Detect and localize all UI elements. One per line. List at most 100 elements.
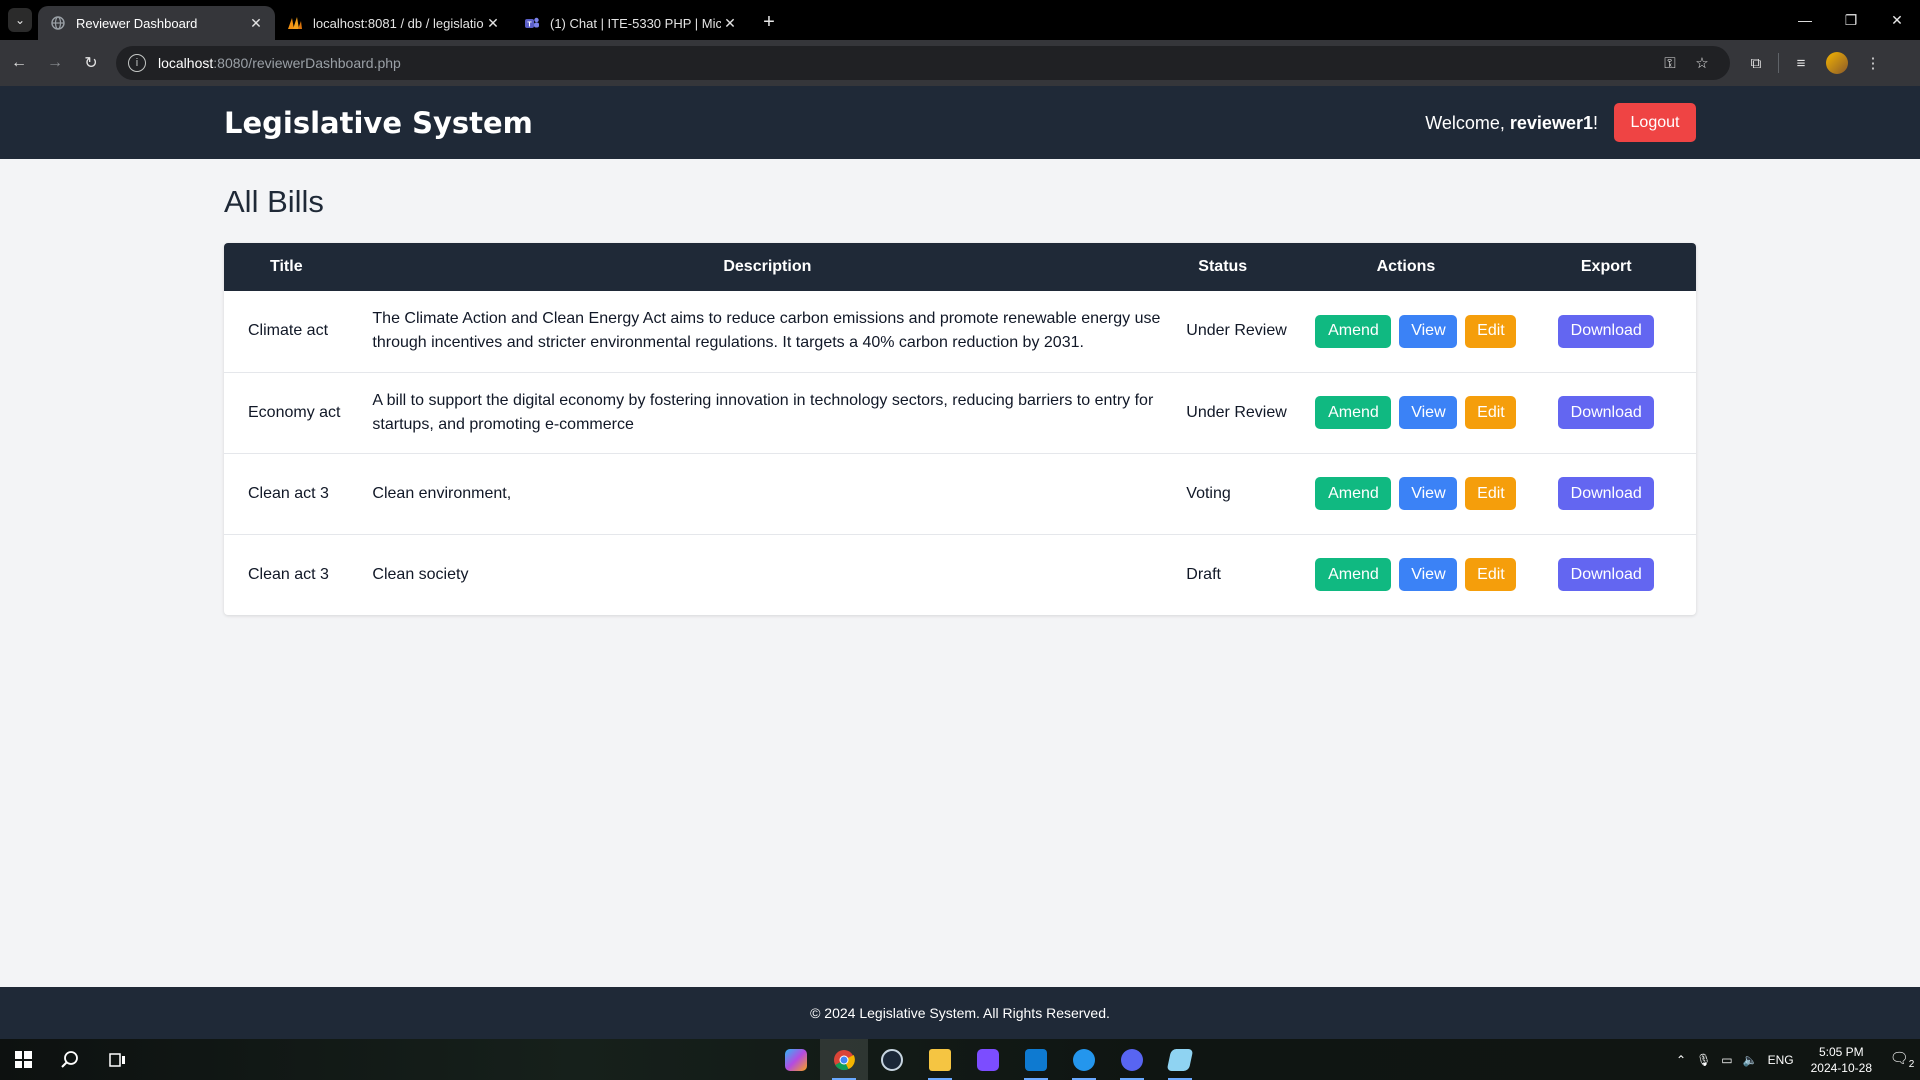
tab-title: (1) Chat | ITE-5330 PHP | Micros bbox=[550, 15, 721, 31]
actions-cell: Amend View Edit bbox=[1295, 372, 1517, 453]
download-button[interactable]: Download bbox=[1558, 314, 1655, 348]
close-tab-icon[interactable]: ✕ bbox=[721, 15, 739, 32]
edit-button[interactable]: Edit bbox=[1465, 558, 1517, 592]
search-icon[interactable] bbox=[46, 1039, 94, 1080]
site-info-icon[interactable]: i bbox=[128, 54, 146, 72]
edit-button[interactable]: Edit bbox=[1465, 396, 1517, 429]
tab-title: Reviewer Dashboard bbox=[76, 15, 198, 31]
forward-arrow-icon[interactable]: → bbox=[38, 46, 72, 80]
bill-description: A bill to support the digital economy by… bbox=[372, 391, 1154, 433]
bill-title: Clean act 3 bbox=[248, 484, 329, 502]
bill-description: Clean environment, bbox=[372, 484, 512, 502]
notepad-icon[interactable] bbox=[1156, 1039, 1204, 1080]
bill-description: The Climate Action and Clean Energy Act … bbox=[372, 310, 1161, 352]
table-header-row: Title Description Status Actions Export bbox=[224, 243, 1696, 291]
logout-button[interactable]: Logout bbox=[1614, 103, 1696, 142]
bookmark-star-icon[interactable]: ☆ bbox=[1686, 54, 1718, 72]
bill-title: Clean act 3 bbox=[248, 565, 329, 583]
reload-icon[interactable]: ↻ bbox=[74, 46, 108, 80]
view-button[interactable]: View bbox=[1399, 314, 1458, 348]
download-button[interactable]: Download bbox=[1558, 477, 1655, 510]
bill-status: Draft bbox=[1186, 565, 1221, 583]
amend-button[interactable]: Amend bbox=[1315, 396, 1392, 429]
minimize-icon[interactable]: — bbox=[1782, 0, 1828, 40]
bills-table-card: Title Description Status Actions Export … bbox=[224, 243, 1696, 615]
svg-text:T: T bbox=[527, 22, 532, 29]
copyright-text: © 2024 Legislative System. All Rights Re… bbox=[810, 1005, 1110, 1021]
tab-reviewer-dashboard[interactable]: Reviewer Dashboard ✕ bbox=[38, 6, 275, 40]
bills-table: Title Description Status Actions Export … bbox=[224, 243, 1696, 615]
table-row: Climate act The Climate Action and Clean… bbox=[224, 291, 1696, 372]
phpmyadmin-icon bbox=[287, 15, 303, 31]
view-button[interactable]: View bbox=[1399, 396, 1458, 429]
download-button[interactable]: Download bbox=[1558, 558, 1655, 592]
edit-button[interactable]: Edit bbox=[1465, 477, 1517, 510]
docker-icon[interactable] bbox=[1060, 1039, 1108, 1080]
windows-taskbar: ⌃ 🎙 ▭ 🔈 ENG 5:05 PM 2024-10-28 🗨2 bbox=[0, 1039, 1920, 1080]
microphone-icon[interactable]: 🎙 bbox=[1691, 1053, 1716, 1067]
download-button[interactable]: Download bbox=[1558, 396, 1655, 429]
actions-cell: Amend View Edit bbox=[1295, 453, 1517, 534]
close-tab-icon[interactable]: ✕ bbox=[247, 15, 265, 32]
username: reviewer1 bbox=[1509, 113, 1593, 133]
clock[interactable]: 5:05 PM 2024-10-28 bbox=[1799, 1044, 1884, 1076]
amend-button[interactable]: Amend bbox=[1315, 477, 1392, 510]
steam-icon[interactable] bbox=[868, 1039, 916, 1080]
address-bar[interactable]: i localhost:8080/reviewerDashboard.php ⚿… bbox=[116, 46, 1730, 80]
export-cell: Download bbox=[1516, 534, 1696, 615]
media-queue-icon[interactable]: ≡ bbox=[1783, 55, 1819, 72]
column-header-actions: Actions bbox=[1376, 258, 1436, 275]
copilot-icon[interactable] bbox=[772, 1039, 820, 1080]
edit-button[interactable]: Edit bbox=[1465, 314, 1517, 348]
chevron-up-icon[interactable]: ⌃ bbox=[1671, 1053, 1691, 1067]
vscode-icon[interactable] bbox=[1012, 1039, 1060, 1080]
brand-title: Legislative System bbox=[224, 106, 533, 140]
tab-search-icon[interactable]: ⌄ bbox=[8, 8, 32, 32]
table-row: Clean act 3 Clean environment, Voting Am… bbox=[224, 453, 1696, 534]
restore-icon[interactable]: ❐ bbox=[1828, 0, 1874, 40]
actions-cell: Amend View Edit bbox=[1295, 534, 1517, 615]
export-cell: Download bbox=[1516, 291, 1696, 372]
task-view-icon[interactable] bbox=[94, 1039, 142, 1080]
profile-avatar-icon[interactable] bbox=[1826, 52, 1848, 74]
tab-teams-chat[interactable]: T (1) Chat | ITE-5330 PHP | Micros ✕ bbox=[512, 6, 749, 40]
column-header-status: Status bbox=[1198, 258, 1248, 275]
view-button[interactable]: View bbox=[1399, 558, 1458, 592]
amend-button[interactable]: Amend bbox=[1315, 314, 1392, 348]
toolbar-divider bbox=[1778, 53, 1779, 73]
more-menu-icon[interactable]: ⋮ bbox=[1855, 54, 1891, 72]
globe-icon bbox=[50, 15, 66, 31]
tab-phpmyadmin[interactable]: localhost:8081 / db / legislation ✕ bbox=[275, 6, 512, 40]
actions-cell: Amend View Edit bbox=[1295, 291, 1517, 372]
amend-button[interactable]: Amend bbox=[1315, 558, 1392, 592]
window-controls: — ❐ ✕ bbox=[1782, 0, 1920, 40]
close-tab-icon[interactable]: ✕ bbox=[484, 15, 502, 32]
bill-status: Voting bbox=[1186, 484, 1231, 502]
paint-app-icon[interactable] bbox=[964, 1039, 1012, 1080]
bill-description: Clean society bbox=[372, 565, 469, 583]
bill-status: Under Review bbox=[1186, 322, 1287, 340]
back-arrow-icon[interactable]: ← bbox=[2, 46, 36, 80]
new-tab-plus-icon[interactable]: + bbox=[755, 8, 783, 36]
extensions-puzzle-icon[interactable]: ⧉ bbox=[1738, 55, 1774, 72]
language-indicator[interactable]: ENG bbox=[1763, 1053, 1799, 1067]
windows-start-icon[interactable] bbox=[0, 1039, 46, 1080]
file-explorer-icon[interactable] bbox=[916, 1039, 964, 1080]
column-header-description: Description bbox=[723, 258, 812, 275]
export-cell: Download bbox=[1516, 372, 1696, 453]
column-header-title: Title bbox=[270, 258, 303, 275]
discord-icon[interactable] bbox=[1108, 1039, 1156, 1080]
password-key-icon[interactable]: ⚿ bbox=[1654, 55, 1686, 72]
browser-tab-bar: ⌄ Reviewer Dashboard ✕ localhost:8081 / … bbox=[0, 0, 1920, 40]
view-button[interactable]: View bbox=[1399, 477, 1458, 510]
network-icon[interactable]: ▭ bbox=[1716, 1053, 1737, 1067]
url-text[interactable]: localhost:8080/reviewerDashboard.php bbox=[158, 55, 1654, 71]
page-footer: © 2024 Legislative System. All Rights Re… bbox=[0, 987, 1920, 1039]
chrome-icon[interactable] bbox=[820, 1039, 868, 1080]
table-row: Clean act 3 Clean society Draft Amend Vi… bbox=[224, 534, 1696, 615]
welcome-message: Welcome, reviewer1! bbox=[1425, 113, 1598, 133]
close-window-icon[interactable]: ✕ bbox=[1874, 0, 1920, 40]
volume-icon[interactable]: 🔈 bbox=[1738, 1053, 1763, 1067]
notification-icon[interactable]: 🗨2 bbox=[1884, 1049, 1920, 1070]
teams-icon: T bbox=[524, 15, 540, 31]
